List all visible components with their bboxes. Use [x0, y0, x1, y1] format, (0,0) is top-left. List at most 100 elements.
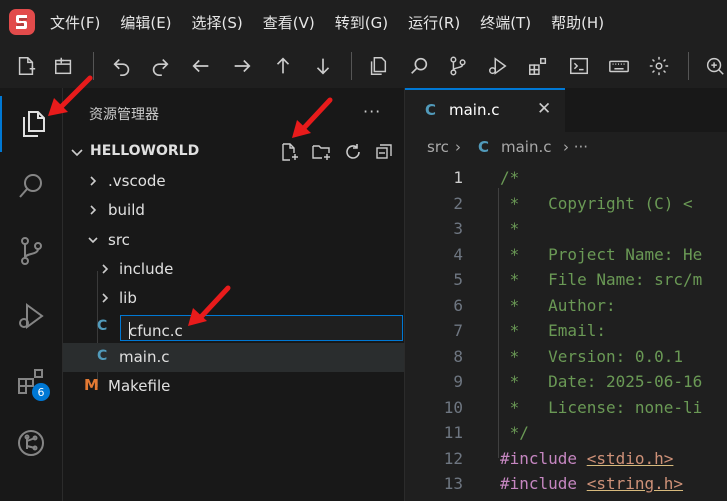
code-text: /* [500, 168, 520, 187]
makefile-icon: M [84, 376, 99, 394]
editor-area: C main.c ✕ src › C main.c › ··· 1 /* 2 * … [405, 88, 727, 501]
chevron-down-icon [71, 149, 83, 157]
chevron-right-icon [90, 205, 97, 215]
close-icon[interactable]: ✕ [537, 99, 551, 119]
refresh-button[interactable] [341, 140, 365, 164]
tab-main-c[interactable]: C main.c ✕ [405, 88, 565, 132]
new-file-button[interactable] [277, 140, 301, 164]
chevron-right-icon [102, 293, 109, 303]
source-control-toolbar-icon[interactable] [446, 54, 470, 78]
arrow-down-icon[interactable] [311, 54, 335, 78]
code-line: 11 */ [405, 423, 727, 449]
c-file-icon: C [478, 138, 490, 156]
arrow-up-icon[interactable] [271, 54, 295, 78]
activity-extensions[interactable]: 6 [0, 353, 62, 409]
chevron-down-icon [88, 237, 98, 244]
menu-bar: 文件(F) 编辑(E) 选择(S) 查看(V) 转到(G) 运行(R) 终端(T… [40, 0, 614, 44]
activity-run-debug[interactable] [0, 288, 62, 344]
menu-help[interactable]: 帮助(H) [541, 12, 614, 33]
c-file-icon: C [97, 348, 108, 364]
line-number: 4 [453, 244, 463, 264]
activity-search[interactable] [0, 158, 62, 214]
zoom-in-icon[interactable] [703, 54, 727, 78]
toolbar [0, 44, 727, 89]
terminal-icon[interactable] [567, 54, 591, 78]
arrow-left-icon[interactable] [189, 54, 213, 78]
code-text: #include <string.h> [500, 474, 684, 493]
c-file-icon: C [97, 318, 108, 334]
code-line: 10 * License: none-li [405, 398, 727, 424]
extensions-toolbar-icon[interactable] [526, 54, 550, 78]
tree-item-build[interactable]: build [63, 196, 404, 225]
code-line: 1 /* [405, 168, 727, 194]
menu-view[interactable]: 查看(V) [253, 12, 325, 33]
code-line: 6 * Author: [405, 296, 727, 322]
gear-icon[interactable] [647, 54, 671, 78]
code-line: 7 * Email: [405, 321, 727, 347]
run-debug-toolbar-icon[interactable] [486, 54, 510, 78]
tree-item-include[interactable]: include [63, 255, 404, 284]
breadcrumb: src › C main.c › ··· [405, 132, 727, 162]
activity-remote[interactable] [0, 415, 62, 471]
activity-source-control[interactable] [0, 223, 62, 279]
new-folder-button[interactable] [309, 140, 333, 164]
search-icon [19, 174, 42, 198]
tree-item-main-c[interactable]: C main.c [63, 343, 404, 372]
tree-item-src[interactable]: src [63, 226, 404, 255]
line-number: 12 [443, 448, 463, 468]
code-line: 8 * Version: 0.0.1 [405, 347, 727, 373]
breadcrumb-more[interactable]: › ··· [563, 138, 588, 156]
line-number: 9 [453, 372, 463, 391]
breadcrumb-separator: › [455, 138, 461, 156]
collapse-all-icon [376, 144, 392, 159]
line-number: 2 [453, 193, 463, 213]
line-number: 10 [443, 397, 463, 417]
menu-go[interactable]: 转到(G) [325, 12, 398, 33]
chevron-right-icon [90, 176, 97, 186]
tree-item-label: Makefile [108, 377, 171, 395]
code-line: 2 * Copyright (C) < [405, 194, 727, 220]
collapse-all-button[interactable] [372, 140, 396, 164]
menu-terminal[interactable]: 终端(T) [470, 12, 541, 33]
code-text: */ [500, 423, 529, 442]
code-text: * Email: [500, 321, 606, 340]
arrow-right-icon[interactable] [230, 54, 254, 78]
more-actions-button[interactable]: ··· [363, 102, 381, 121]
new-window-icon[interactable] [52, 54, 76, 78]
line-number: 13 [443, 474, 463, 493]
tree-item-vscode[interactable]: .vscode [63, 167, 404, 196]
breadcrumb-folder[interactable]: src [427, 138, 449, 156]
source-control-icon [21, 237, 42, 265]
app-logo-icon [9, 9, 35, 35]
explorer-toolbar-icon[interactable] [366, 54, 390, 78]
tree-item-label: lib [119, 289, 137, 307]
redo-icon[interactable] [148, 54, 172, 78]
menu-edit[interactable]: 编辑(E) [110, 12, 181, 33]
code-text: * File Name: src/m [500, 270, 703, 289]
breadcrumb-file[interactable]: main.c [501, 138, 552, 156]
tree-item-lib[interactable]: lib [63, 284, 404, 313]
tab-label: main.c [449, 101, 500, 119]
line-number: 5 [453, 270, 463, 289]
code-text: * Copyright (C) < [500, 193, 693, 213]
line-number: 8 [453, 346, 463, 366]
code-text: * License: none-li [500, 397, 703, 417]
tree-item-makefile[interactable]: M Makefile [63, 372, 404, 401]
new-file-icon [282, 143, 298, 161]
keyboard-icon[interactable] [607, 54, 631, 78]
line-number: 6 [453, 295, 463, 315]
code-line: 3 * [405, 219, 727, 245]
tree-item-label: build [108, 201, 145, 219]
line-number: 7 [453, 321, 463, 340]
menu-run[interactable]: 运行(R) [398, 12, 470, 33]
undo-icon[interactable] [110, 54, 134, 78]
code-line: 12 #include <stdio.h> [405, 449, 727, 475]
menu-selection[interactable]: 选择(S) [182, 12, 253, 33]
search-toolbar-icon[interactable] [407, 54, 431, 78]
new-file-icon[interactable] [14, 54, 38, 78]
code-text: * Date: 2025-06-16 [500, 372, 703, 391]
menu-file[interactable]: 文件(F) [40, 12, 110, 33]
code-text: * Author: [500, 295, 616, 315]
activity-explorer[interactable] [0, 96, 64, 152]
rename-input[interactable]: cfunc.c [120, 315, 403, 341]
